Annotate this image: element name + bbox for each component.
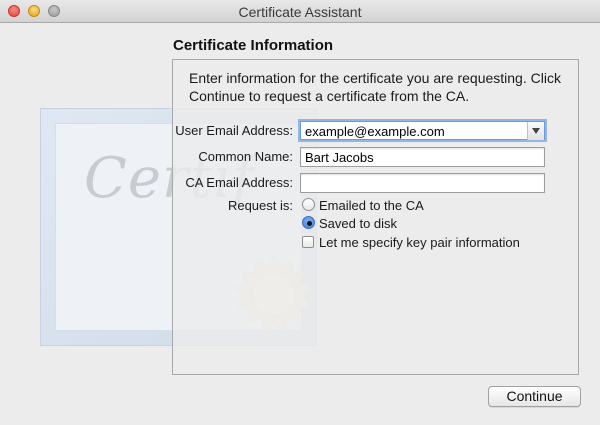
key-pair-checkbox[interactable] bbox=[302, 236, 314, 248]
emailed-to-ca-radio[interactable] bbox=[302, 198, 315, 211]
radio-selected-indicator bbox=[307, 221, 312, 226]
ca-email-label: CA Email Address: bbox=[185, 175, 293, 190]
ca-email-field[interactable] bbox=[300, 173, 545, 193]
request-is-label: Request is: bbox=[227, 198, 293, 213]
section-title: Certificate Information bbox=[173, 37, 334, 54]
user-email-dropdown-button[interactable] bbox=[527, 122, 544, 140]
chevron-down-icon bbox=[532, 128, 540, 134]
common-name-field[interactable]: Bart Jacobs bbox=[300, 147, 545, 167]
saved-to-disk-radio[interactable] bbox=[302, 216, 315, 229]
intro-text: Enter information for the certificate yo… bbox=[189, 70, 561, 104]
title-bar: Certificate Assistant bbox=[0, 0, 600, 23]
user-email-value: example@example.com bbox=[305, 124, 445, 139]
certificate-assistant-window: Certificate Assistant Certif Certificate… bbox=[0, 0, 600, 425]
common-name-value: Bart Jacobs bbox=[305, 150, 374, 165]
user-email-combobox[interactable]: example@example.com bbox=[300, 121, 545, 140]
saved-to-disk-label[interactable]: Saved to disk bbox=[319, 216, 397, 231]
key-pair-label[interactable]: Let me specify key pair information bbox=[319, 235, 520, 250]
continue-button[interactable]: Continue bbox=[488, 386, 581, 407]
emailed-to-ca-label[interactable]: Emailed to the CA bbox=[319, 198, 424, 213]
window-title: Certificate Assistant bbox=[238, 4, 362, 20]
common-name-label: Common Name: bbox=[198, 149, 293, 164]
user-email-label: User Email Address: bbox=[175, 123, 293, 138]
